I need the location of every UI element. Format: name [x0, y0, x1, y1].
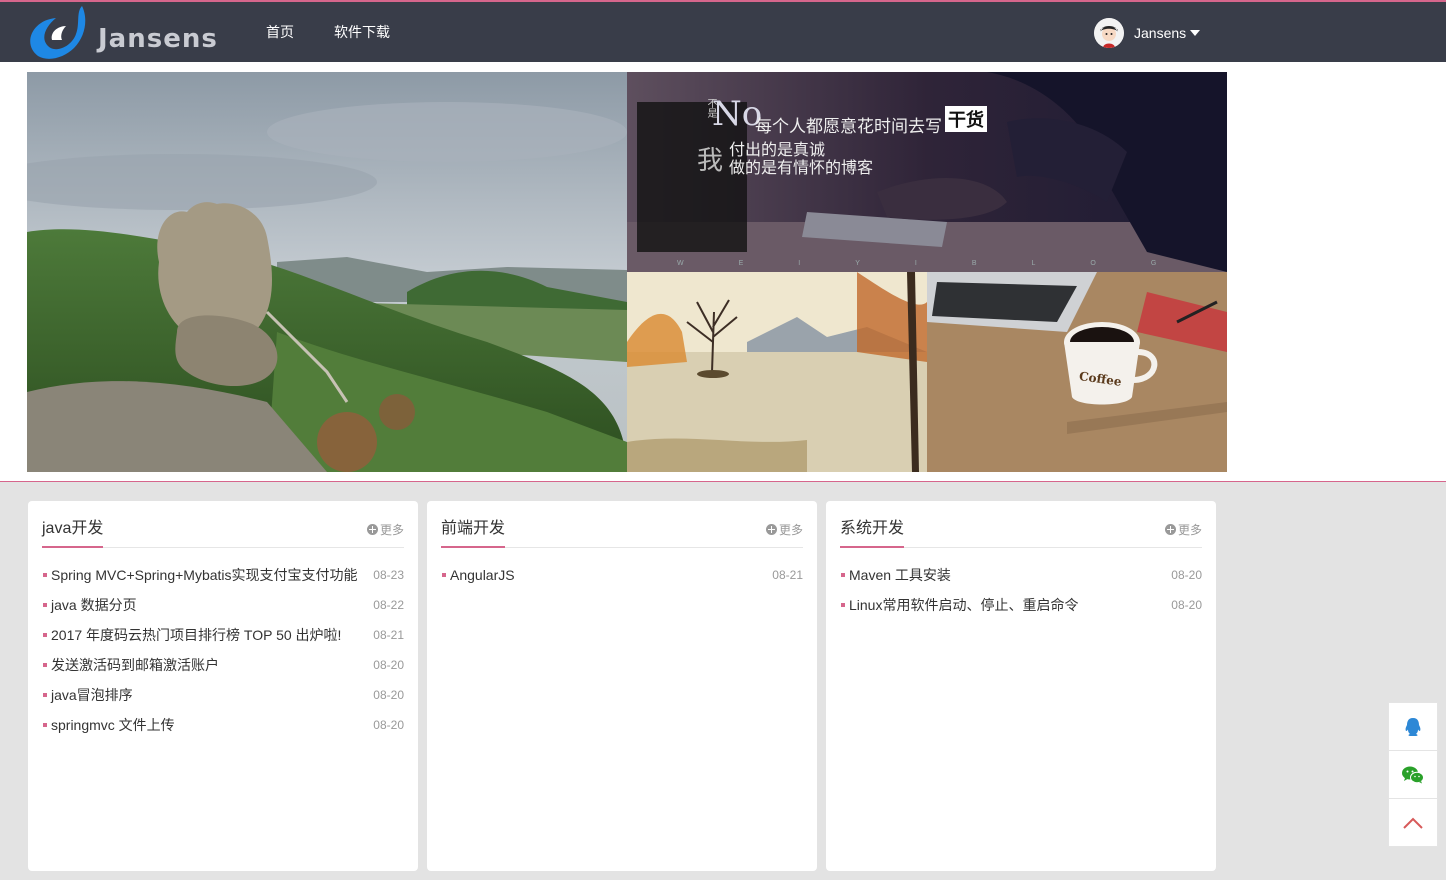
blog-watermark: WEIYIBLOG [677, 260, 1212, 267]
nav-software-download[interactable]: 软件下载 [314, 2, 410, 62]
banner-image-landscape[interactable] [27, 72, 627, 472]
article-title[interactable]: java 数据分页 [51, 597, 137, 613]
banner-image-coffee[interactable]: Coffee [927, 272, 1227, 472]
card-title: java开发 [42, 517, 104, 548]
blog-text-line1: 每个人都愿意花时间去写 [755, 117, 942, 137]
more-link[interactable]: 更多 [765, 521, 803, 538]
more-link[interactable]: 更多 [366, 521, 404, 538]
logo-swoosh-icon [30, 6, 86, 59]
list-item[interactable]: springmvc 文件上传 08-20 [42, 710, 404, 740]
wechat-icon[interactable] [1402, 766, 1424, 784]
article-date: 08-20 [1171, 598, 1202, 612]
article-date: 08-20 [373, 718, 404, 732]
article-title[interactable]: springmvc 文件上传 [51, 717, 175, 733]
qq-button[interactable] [1388, 702, 1438, 751]
article-date: 08-23 [373, 568, 404, 582]
qq-icon[interactable] [1404, 717, 1422, 737]
card-title: 系统开发 [840, 517, 905, 548]
article-title[interactable]: AngularJS [450, 567, 515, 583]
article-title[interactable]: Spring MVC+Spring+Mybatis实现支付宝支付功能 [51, 567, 358, 583]
plus-circle-icon [765, 524, 777, 535]
user-menu[interactable]: Jansens [1094, 18, 1201, 48]
article-title[interactable]: 2017 年度码云热门项目排行榜 TOP 50 出炉啦! [51, 627, 341, 643]
plus-circle-icon [1164, 524, 1176, 535]
brand-name: Jansens [98, 24, 218, 54]
article-title[interactable]: Maven 工具安装 [849, 567, 951, 583]
more-label[interactable]: 更多 [779, 521, 803, 538]
article-date: 08-20 [373, 688, 404, 702]
user-name[interactable]: Jansens [1134, 25, 1186, 41]
main-nav: 首页 软件下载 [246, 2, 410, 62]
card-header: java开发 更多 [42, 517, 404, 548]
article-title[interactable]: Linux常用软件启动、停止、重启命令 [849, 597, 1078, 613]
list-item[interactable]: java冒泡排序 08-20 [42, 680, 404, 710]
article-title[interactable]: java冒泡排序 [51, 687, 133, 703]
article-date: 08-20 [1171, 568, 1202, 582]
card-header: 系统开发 更多 [840, 517, 1202, 548]
article-title[interactable]: 发送激活码到邮箱激活账户 [51, 657, 219, 673]
more-label[interactable]: 更多 [1178, 521, 1202, 538]
list-item[interactable]: Maven 工具安装 08-20 [840, 560, 1202, 590]
article-date: 08-20 [373, 658, 404, 672]
article-list: AngularJS 08-21 [441, 560, 803, 590]
list-item[interactable]: 发送激活码到邮箱激活账户 08-20 [42, 650, 404, 680]
article-date: 08-21 [373, 628, 404, 642]
banner-gallery: 不是 No 每个人都愿意花时间去写 干货 我 付出的是真诚 做的是有情怀的博客 … [27, 72, 1227, 472]
avatar[interactable] [1094, 18, 1124, 48]
top-header: Jansens 首页 软件下载 Jansens [0, 0, 1446, 62]
site-logo[interactable]: Jansens [26, 4, 236, 62]
blog-text-gan: 干货 [945, 106, 987, 132]
blog-text-line3: 做的是有情怀的博客 [729, 158, 874, 177]
category-card-system: 系统开发 更多 Maven 工具安装 08-20 Linux常用软件启动、停止、重… [826, 501, 1216, 871]
card-title: 前端开发 [441, 517, 506, 548]
list-item[interactable]: Linux常用软件启动、停止、重启命令 08-20 [840, 590, 1202, 620]
category-card-frontend: 前端开发 更多 AngularJS 08-21 [427, 501, 817, 871]
plus-circle-icon [366, 524, 378, 535]
wechat-button[interactable] [1388, 750, 1438, 799]
list-item[interactable]: AngularJS 08-21 [441, 560, 803, 590]
caret-down-icon[interactable] [1190, 30, 1201, 36]
blog-text-wo: 我 [697, 146, 724, 176]
more-link[interactable]: 更多 [1164, 521, 1202, 538]
article-list: Maven 工具安装 08-20 Linux常用软件启动、停止、重启命令 08-20 [840, 560, 1202, 620]
back-to-top-button[interactable] [1388, 798, 1438, 847]
banner-image-lake[interactable] [627, 272, 927, 472]
nav-home[interactable]: 首页 [246, 2, 314, 62]
more-label[interactable]: 更多 [380, 521, 404, 538]
article-date: 08-21 [772, 568, 803, 582]
list-item[interactable]: java 数据分页 08-22 [42, 590, 404, 620]
list-item[interactable]: Spring MVC+Spring+Mybatis实现支付宝支付功能 08-23 [42, 560, 404, 590]
card-header: 前端开发 更多 [441, 517, 803, 548]
article-list: Spring MVC+Spring+Mybatis实现支付宝支付功能 08-23 … [42, 560, 404, 740]
list-item[interactable]: 2017 年度码云热门项目排行榜 TOP 50 出炉啦! 08-21 [42, 620, 404, 650]
banner-image-blog[interactable]: 不是 No 每个人都愿意花时间去写 干货 我 付出的是真诚 做的是有情怀的博客 … [627, 72, 1227, 272]
side-toolbar [1388, 702, 1438, 847]
category-card-java: java开发 更多 Spring MVC+Spring+Mybatis实现支付宝… [28, 501, 418, 871]
article-date: 08-22 [373, 598, 404, 612]
back-to-top-icon[interactable] [1402, 816, 1424, 830]
